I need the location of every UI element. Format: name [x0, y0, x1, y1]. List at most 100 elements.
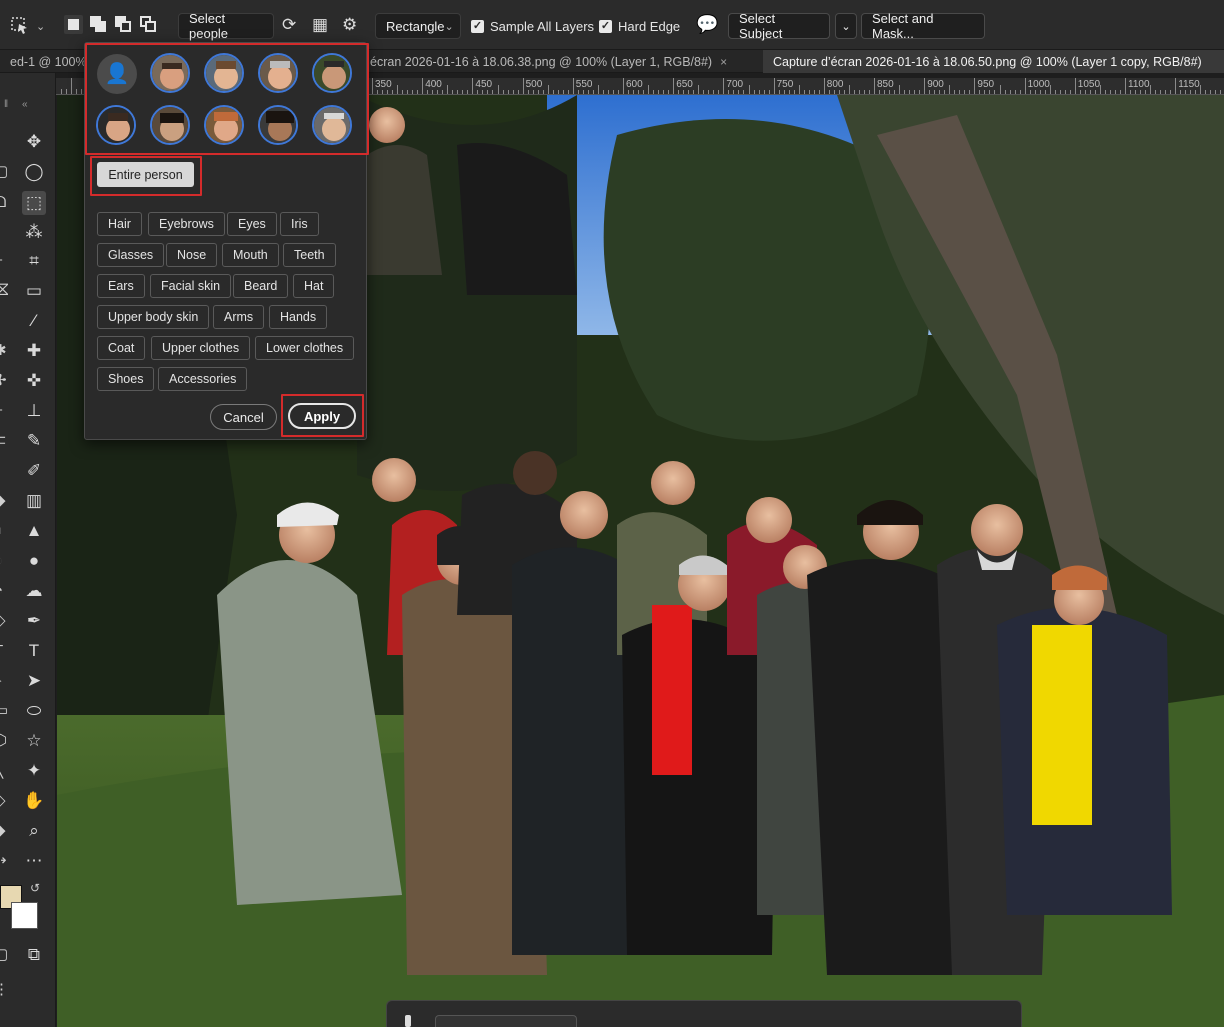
face-thumbnail-2[interactable] — [204, 53, 244, 93]
quick-select-icon[interactable]: ⁄ — [0, 220, 8, 244]
collapse-panel-icon[interactable]: « — [22, 99, 29, 110]
chip-shoes[interactable]: Shoes — [97, 367, 155, 391]
magic-wand-icon[interactable]: ⁂ — [22, 220, 46, 244]
entire-person-button[interactable]: Entire person — [97, 162, 194, 187]
edit-toolbar-icon[interactable]: ⇢ — [0, 849, 8, 873]
chip-teeth[interactable]: Teeth — [283, 243, 336, 267]
pen-tool-icon[interactable]: ✒ — [22, 609, 46, 633]
chip-upper-body-skin[interactable]: Upper body skin — [97, 305, 210, 329]
swap-colors-icon[interactable]: ↺ — [30, 881, 40, 895]
sponge-tool-icon[interactable]: ● — [22, 549, 46, 573]
chip-eyes[interactable]: Eyes — [227, 212, 277, 236]
rectangle-tool-icon[interactable]: ▭ — [0, 699, 8, 723]
custom-shape-icon[interactable]: ✦ — [22, 759, 46, 783]
polygon-tool-icon[interactable]: ⬡ — [0, 729, 8, 753]
healing-brush-icon[interactable]: ✚ — [22, 339, 46, 363]
chip-lower-clothes[interactable]: Lower clothes — [255, 336, 355, 360]
line-tool-icon[interactable]: ╲ — [0, 759, 8, 783]
chip-hair[interactable]: Hair — [97, 212, 142, 236]
crop-tool-icon[interactable]: ⌗ — [22, 249, 46, 273]
dodge-tool-icon[interactable]: ◐ — [0, 549, 8, 573]
mode-dropdown[interactable]: Rectangle ⌄ — [375, 13, 461, 39]
face-thumbnail-6[interactable] — [150, 105, 190, 145]
chip-nose[interactable]: Nose — [166, 243, 218, 267]
intersect-selection-icon[interactable] — [139, 15, 158, 34]
tool-preset-picker[interactable]: ⌄ — [10, 14, 45, 38]
star-tool-icon[interactable]: ☆ — [22, 729, 46, 753]
chip-mouth[interactable]: Mouth — [222, 243, 279, 267]
tab-document-3[interactable]: Capture d’écran 2026-01-16 à 18.06.50.pn… — [763, 50, 1224, 73]
rect-marquee-icon[interactable]: ▢ — [0, 160, 8, 184]
blur-tool-icon[interactable]: ◖ — [0, 519, 8, 543]
paint-bucket-icon[interactable]: ◆ — [0, 489, 8, 513]
freeform-pen-icon[interactable]: ◇ — [0, 609, 8, 633]
background-color-swatch[interactable] — [11, 902, 38, 929]
ellipse-tool-icon[interactable]: ⬭ — [22, 699, 46, 723]
chip-arms[interactable]: Arms — [213, 305, 265, 329]
chip-accessories[interactable]: Accessories — [158, 367, 248, 391]
brush-icon[interactable]: ✐ — [22, 459, 46, 483]
sample-all-layers-checkbox[interactable]: ✓ Sample All Layers — [471, 19, 594, 34]
object-finder-icon[interactable]: ▦ — [312, 15, 328, 35]
arrow-icon[interactable]: ◆ — [0, 819, 8, 843]
color-sampler-icon[interactable]: ⁄ — [0, 309, 8, 333]
ruler-tool-icon[interactable]: ▭ — [22, 279, 46, 303]
drag-handle-icon[interactable] — [405, 1015, 411, 1027]
chip-ears[interactable]: Ears — [97, 274, 145, 298]
hard-edge-checkbox[interactable]: ✓ Hard Edge — [599, 19, 680, 34]
screen-mode-icon[interactable]: ⧉ — [22, 943, 46, 967]
cancel-button[interactable]: Cancel — [210, 404, 277, 430]
chip-hat[interactable]: Hat — [293, 274, 335, 298]
chip-glasses[interactable]: Glasses — [97, 243, 165, 267]
face-thumbnail-9[interactable] — [312, 105, 352, 145]
path-selection-icon[interactable]: ➤ — [22, 669, 46, 693]
eyedropper-icon[interactable]: ⁄ — [22, 309, 46, 333]
vertical-type-icon[interactable]: T — [0, 639, 8, 663]
face-thumbnail-3[interactable] — [258, 53, 298, 93]
subtract-from-selection-icon[interactable] — [114, 15, 133, 34]
ellipse-marquee-icon[interactable]: ◯ — [22, 160, 46, 184]
spot-healing-icon[interactable]: ✱ — [0, 339, 8, 363]
refresh-icon[interactable]: ⟳ — [282, 15, 296, 35]
gear-icon[interactable]: ⚙ — [342, 15, 357, 35]
face-thumbnail-4[interactable] — [312, 53, 352, 93]
person-icon[interactable]: 👤 — [97, 54, 137, 94]
frame-tool-icon[interactable]: ⌧ — [0, 279, 8, 303]
eraser-icon[interactable]: ⁄ — [0, 459, 8, 483]
chip-beard[interactable]: Beard — [233, 274, 289, 298]
select-subject-dropdown[interactable]: ⌄ — [835, 13, 857, 39]
burn-tool-icon[interactable]: ◔ — [0, 579, 8, 603]
slice-tool-icon[interactable]: ⌐ — [0, 249, 8, 273]
move-tool-icon[interactable]: ✥ — [22, 130, 46, 154]
smudge-tool-icon[interactable]: ☁ — [22, 579, 46, 603]
chip-facial-skin[interactable]: Facial skin — [150, 274, 232, 298]
history-brush-icon[interactable]: ⊂ — [0, 429, 8, 453]
speech-bubble-icon[interactable]: 💬 — [696, 14, 718, 34]
sharpen-tool-icon[interactable]: ▲ — [22, 519, 46, 543]
select-and-mask-button[interactable]: Select and Mask... — [861, 11, 985, 41]
clone-stamp-icon[interactable]: ⊥ — [22, 399, 46, 423]
add-to-selection-icon[interactable] — [89, 15, 108, 34]
chip-eyebrows[interactable]: Eyebrows — [148, 212, 225, 236]
face-thumbnail-5[interactable] — [96, 105, 136, 145]
chip-coat[interactable]: Coat — [97, 336, 146, 360]
quick-mask-icon[interactable]: ▢ — [0, 943, 8, 967]
pencil-icon[interactable]: ✎ — [22, 429, 46, 453]
type-tool-icon[interactable]: T — [22, 639, 46, 663]
close-icon[interactable]: × — [720, 55, 727, 69]
direct-select-icon[interactable]: ▸ — [0, 669, 8, 693]
red-eye-icon[interactable]: ✢ — [0, 369, 8, 393]
select-people-button[interactable]: Select people — [178, 11, 274, 41]
chip-iris[interactable]: Iris — [280, 212, 319, 236]
task-bar-button[interactable] — [435, 1015, 577, 1027]
tab-document-2[interactable]: écran 2026-01-16 à 18.06.38.png @ 100% (… — [360, 50, 762, 73]
chip-upper-clothes[interactable]: Upper clothes — [151, 336, 251, 360]
patch-tool-icon[interactable]: ✜ — [22, 369, 46, 393]
chip-hands[interactable]: Hands — [269, 305, 328, 329]
zoom-tool-icon[interactable]: ⌕ — [22, 819, 46, 843]
contextual-task-bar[interactable] — [386, 1000, 1022, 1027]
new-selection-icon[interactable] — [64, 15, 83, 34]
extras-icon[interactable]: ⋮ — [0, 978, 8, 1002]
hand-tool-icon[interactable]: ✋ — [22, 789, 46, 813]
face-thumbnail-1[interactable] — [150, 53, 190, 93]
